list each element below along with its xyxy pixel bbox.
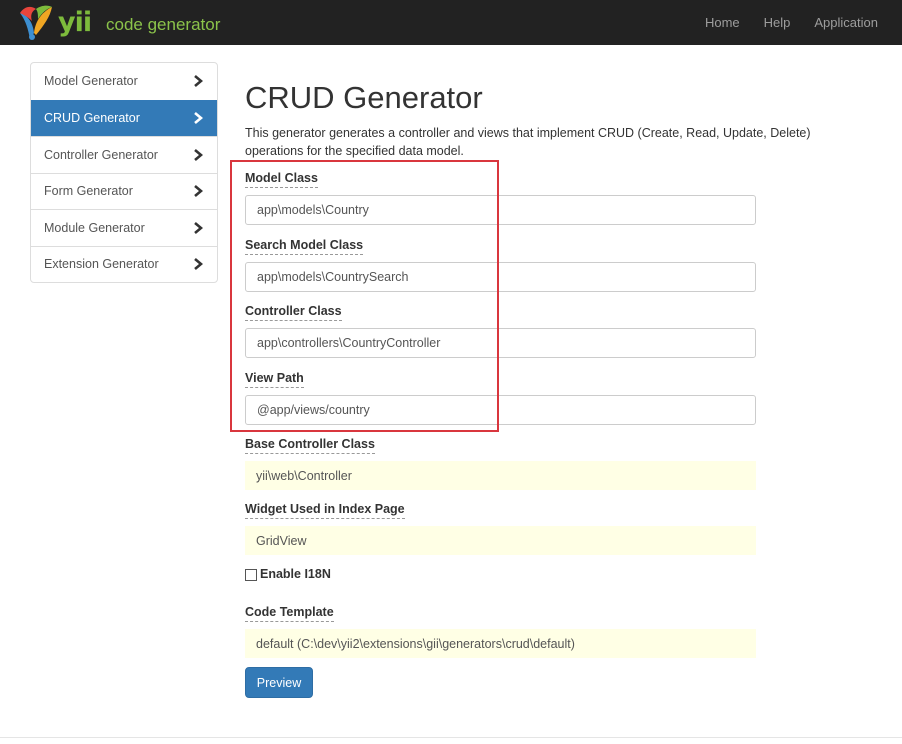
controller-class-label: Controller Class bbox=[245, 304, 342, 321]
brand-subtitle: code generator bbox=[106, 15, 221, 34]
chevron-right-icon bbox=[193, 221, 203, 234]
code-template-field: Code Template default (C:\dev\yii2\exten… bbox=[245, 604, 756, 658]
sidebar-item-label: Form Generator bbox=[44, 184, 133, 199]
chevron-right-icon bbox=[193, 148, 203, 161]
index-widget-value[interactable]: GridView bbox=[245, 526, 756, 555]
brand-yii-text: yii bbox=[58, 7, 92, 38]
top-navbar: yii code generator Home Help Application bbox=[0, 0, 902, 45]
index-widget-field: Widget Used in Index Page GridView bbox=[245, 501, 756, 555]
nav-links: Home Help Application bbox=[681, 0, 878, 45]
footer-divider bbox=[0, 737, 902, 738]
search-model-class-field: Search Model Class app\models\CountrySea… bbox=[245, 237, 756, 292]
generator-sidebar: Model Generator CRUD Generator Controlle… bbox=[30, 62, 218, 283]
search-model-class-input[interactable]: app\models\CountrySearch bbox=[245, 262, 756, 292]
brand-logo[interactable]: yii code generator bbox=[16, 3, 220, 41]
model-class-field: Model Class app\models\Country bbox=[245, 170, 756, 225]
base-controller-class-label: Base Controller Class bbox=[245, 437, 375, 454]
sidebar-item-label: CRUD Generator bbox=[44, 111, 140, 126]
index-widget-label: Widget Used in Index Page bbox=[245, 502, 405, 519]
nav-application-link[interactable]: Application bbox=[814, 15, 878, 30]
enable-i18n-label[interactable]: Enable I18N bbox=[260, 567, 331, 582]
sidebar-item-label: Model Generator bbox=[44, 74, 138, 89]
code-template-label: Code Template bbox=[245, 605, 334, 622]
view-path-label: View Path bbox=[245, 371, 304, 388]
nav-help-link[interactable]: Help bbox=[764, 15, 791, 30]
sidebar-item-form-generator[interactable]: Form Generator bbox=[31, 172, 217, 210]
view-path-field: View Path @app/views/country bbox=[245, 370, 756, 425]
preview-button[interactable]: Preview bbox=[245, 667, 313, 698]
nav-home-link[interactable]: Home bbox=[705, 15, 740, 30]
sidebar-item-label: Controller Generator bbox=[44, 147, 158, 162]
search-model-class-label: Search Model Class bbox=[245, 238, 364, 255]
model-class-label: Model Class bbox=[245, 171, 318, 188]
chevron-right-icon bbox=[193, 112, 203, 125]
controller-class-input[interactable]: app\controllers\CountryController bbox=[245, 328, 756, 358]
sidebar-item-model-generator[interactable]: Model Generator bbox=[31, 63, 217, 100]
base-controller-class-value[interactable]: yii\web\Controller bbox=[245, 461, 756, 490]
generator-description: This generator generates a controller an… bbox=[245, 126, 811, 158]
sidebar-item-label: Extension Generator bbox=[44, 257, 159, 272]
yii-logo-icon bbox=[20, 5, 52, 40]
chevron-right-icon bbox=[193, 75, 203, 88]
page-title: CRUD Generator bbox=[245, 80, 483, 115]
sidebar-item-module-generator[interactable]: Module Generator bbox=[31, 209, 217, 246]
enable-i18n-checkbox[interactable] bbox=[245, 568, 257, 581]
sidebar-item-label: Module Generator bbox=[44, 220, 145, 235]
main-content: CRUD Generator This generator generates … bbox=[245, 80, 845, 160]
model-class-input[interactable]: app\models\Country bbox=[245, 195, 756, 225]
sidebar-item-controller-generator[interactable]: Controller Generator bbox=[31, 136, 217, 173]
view-path-input[interactable]: @app/views/country bbox=[245, 395, 756, 425]
code-template-value[interactable]: default (C:\dev\yii2\extensions\gii\gene… bbox=[245, 629, 756, 658]
controller-class-field: Controller Class app\controllers\Country… bbox=[245, 303, 756, 358]
base-controller-class-field: Base Controller Class yii\web\Controller bbox=[245, 436, 756, 490]
chevron-right-icon bbox=[193, 185, 203, 198]
chevron-right-icon bbox=[193, 258, 203, 271]
sidebar-item-crud-generator[interactable]: CRUD Generator bbox=[31, 99, 217, 136]
enable-i18n-row: Enable I18N bbox=[245, 567, 331, 582]
sidebar-item-extension-generator[interactable]: Extension Generator bbox=[31, 245, 217, 283]
